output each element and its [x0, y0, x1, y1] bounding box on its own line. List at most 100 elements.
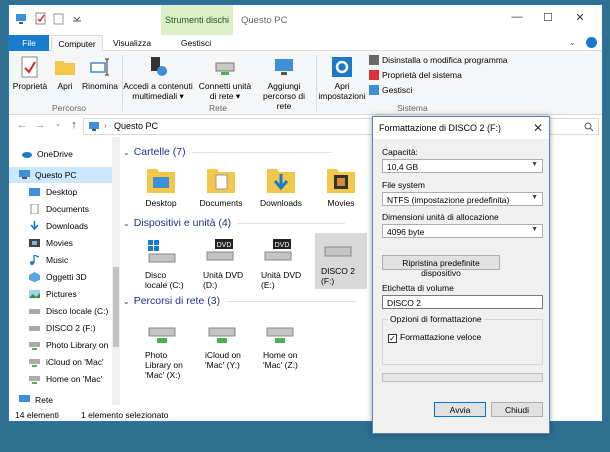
start-button[interactable]: Avvia: [434, 402, 486, 417]
nav-item-disco-2[interactable]: DISCO 2 (F:): [9, 320, 112, 336]
open-folder-icon: [55, 61, 75, 75]
tab-visualizza[interactable]: Visualizza: [105, 35, 159, 51]
nav-item-icloud[interactable]: iCloud on 'Mac': [9, 354, 112, 370]
gear-icon: [332, 57, 352, 77]
dialog-title-bar: Formattazione di DISCO 2 (F:) ✕: [373, 117, 549, 139]
rename-button[interactable]: Rinomina: [81, 55, 119, 91]
dialog-close-icon[interactable]: ✕: [533, 121, 543, 135]
properties-quick-icon[interactable]: [35, 12, 47, 25]
ribbon-expand-icon[interactable]: ⌄: [569, 38, 576, 47]
manage-icon: [369, 85, 379, 95]
context-tab-disk-tools: Strumenti dischi: [161, 5, 233, 35]
access-media-button[interactable]: Accedi a contenuti multimediali ▾: [123, 55, 193, 101]
open-settings-button[interactable]: Apri impostazioni: [317, 55, 367, 101]
drive-tile-e[interactable]: DVD Unità DVD (E:): [261, 237, 313, 290]
breadcrumb[interactable]: Questo PC: [114, 121, 158, 131]
properties-icon: [21, 56, 38, 78]
group-label-sistema: Sistema: [397, 103, 428, 113]
forward-button[interactable]: →: [33, 119, 47, 133]
recent-locations-button[interactable]: ⌄: [51, 119, 65, 133]
nav-scrollbar[interactable]: [112, 137, 120, 405]
rename-icon: [90, 58, 109, 76]
chevron-down-icon: ▼: [531, 226, 538, 233]
network-drive-icon: [29, 376, 40, 384]
folder-tile-downloads[interactable]: Downloads: [253, 165, 309, 208]
dvd-label: DVD: [217, 242, 232, 249]
open-button[interactable]: Apri: [51, 55, 79, 91]
section-header-network[interactable]: ⌄ Percorsi di rete (3): [123, 295, 357, 307]
drive-icon: [29, 326, 40, 331]
qat-dropdown-icon[interactable]: [71, 12, 83, 25]
section-header-drives[interactable]: ⌄ Dispositivi e unità (4): [123, 217, 346, 229]
network-tile-home[interactable]: Home on 'Mac' (Z:): [263, 325, 315, 370]
section-header-folders[interactable]: ⌄ Cartelle (7): [123, 146, 332, 158]
add-network-location-button[interactable]: Aggiungi percorso di rete: [255, 55, 313, 111]
new-folder-quick-icon[interactable]: [53, 12, 65, 25]
picture-icon: [29, 290, 40, 298]
nav-item-photo-library[interactable]: Photo Library on: [9, 337, 112, 353]
format-options-group: Opzioni di formattazione ✓ Formattazione …: [382, 314, 543, 365]
nav-item-documents[interactable]: Documents: [9, 201, 112, 217]
nav-item-home[interactable]: Home on 'Mac': [9, 371, 112, 387]
nav-item-movies[interactable]: Movies: [9, 235, 112, 251]
format-dialog: Formattazione di DISCO 2 (F:) ✕ Capacità…: [372, 116, 550, 434]
close-dialog-button[interactable]: Chiudi: [491, 402, 543, 417]
quick-format-checkbox[interactable]: ✓ Formattazione veloce: [388, 332, 481, 343]
desktop-folder-icon: [147, 169, 175, 193]
drive-tile-d[interactable]: DVD Unità DVD (D:): [203, 237, 255, 290]
window-title: Questo PC: [241, 15, 288, 26]
nav-item-onedrive[interactable]: OneDrive: [9, 146, 112, 162]
tab-gestisci[interactable]: Gestisci: [165, 35, 227, 51]
chevron-down-icon: ▼: [531, 161, 538, 168]
folder-tile-desktop[interactable]: Desktop: [133, 165, 189, 208]
file-system-select[interactable]: NTFS (impostazione predefinita) ▼: [382, 192, 543, 206]
folder-tile-movies[interactable]: Movies: [313, 165, 369, 208]
maximize-button[interactable]: ☐: [533, 11, 563, 29]
film-icon: [29, 239, 40, 247]
volume-label-label: Etichetta di volume: [382, 283, 454, 293]
properties-button[interactable]: Proprietà: [11, 55, 49, 91]
download-icon: [30, 221, 39, 231]
computer-icon: [89, 122, 99, 131]
nav-item-local-disk[interactable]: Disco locale (C:): [9, 303, 112, 319]
manage-button[interactable]: Gestisci: [369, 85, 412, 97]
tab-file[interactable]: File: [9, 35, 49, 51]
allocation-select[interactable]: 4096 byte ▼: [382, 224, 543, 238]
nav-item-3d-objects[interactable]: Oggetti 3D: [9, 269, 112, 285]
drive-tile-f[interactable]: DISCO 2 (F:): [315, 233, 367, 289]
restore-defaults-button[interactable]: Ripristina predefinite dispositivo: [382, 255, 500, 278]
help-icon[interactable]: [586, 37, 597, 48]
address-bar[interactable]: › Questo PC: [83, 118, 383, 135]
network-location-icon: [275, 59, 293, 75]
network-tile-icloud[interactable]: iCloud on 'Mac' (Y:): [205, 325, 257, 370]
nav-item-pictures[interactable]: Pictures: [9, 286, 112, 302]
uninstall-icon: [369, 55, 379, 65]
music-icon: [30, 255, 40, 265]
nav-item-desktop[interactable]: Desktop: [9, 184, 112, 200]
folder-tile-documents[interactable]: Documents: [193, 165, 249, 208]
nav-item-rete[interactable]: Rete: [9, 392, 112, 405]
nav-item-music[interactable]: Music: [9, 252, 112, 268]
system-properties-button[interactable]: Proprietà del sistema: [369, 70, 462, 82]
allocation-label: Dimensioni unità di allocazione: [382, 212, 499, 222]
back-button[interactable]: ←: [15, 119, 29, 133]
nav-item-questo-pc[interactable]: Questo PC: [9, 167, 112, 183]
minimize-button[interactable]: —: [502, 11, 532, 29]
section-divider: [237, 222, 346, 224]
media-icon: [151, 57, 167, 76]
uninstall-program-button[interactable]: Disinstalla o modifica programma: [369, 55, 508, 67]
group-label-percorso: Percorso: [52, 103, 87, 113]
format-progress-bar: [382, 373, 543, 382]
tab-computer[interactable]: Computer: [51, 35, 103, 52]
capacity-select[interactable]: 10,4 GB ▼: [382, 159, 543, 173]
section-divider: [226, 300, 357, 302]
network-tile-photo-library[interactable]: Photo Library on 'Mac' (X:): [145, 325, 195, 380]
volume-label-input[interactable]: DISCO 2: [382, 295, 543, 309]
drive-tile-c[interactable]: Disco locale (C:): [145, 237, 195, 290]
close-button[interactable]: ✕: [565, 11, 595, 29]
nav-item-downloads[interactable]: Downloads: [9, 218, 112, 234]
up-button[interactable]: ↑: [67, 119, 81, 133]
map-network-drive-button[interactable]: Connetti unità di rete ▾: [197, 55, 253, 101]
document-icon: [30, 204, 39, 214]
scrollbar-thumb[interactable]: [113, 267, 119, 347]
